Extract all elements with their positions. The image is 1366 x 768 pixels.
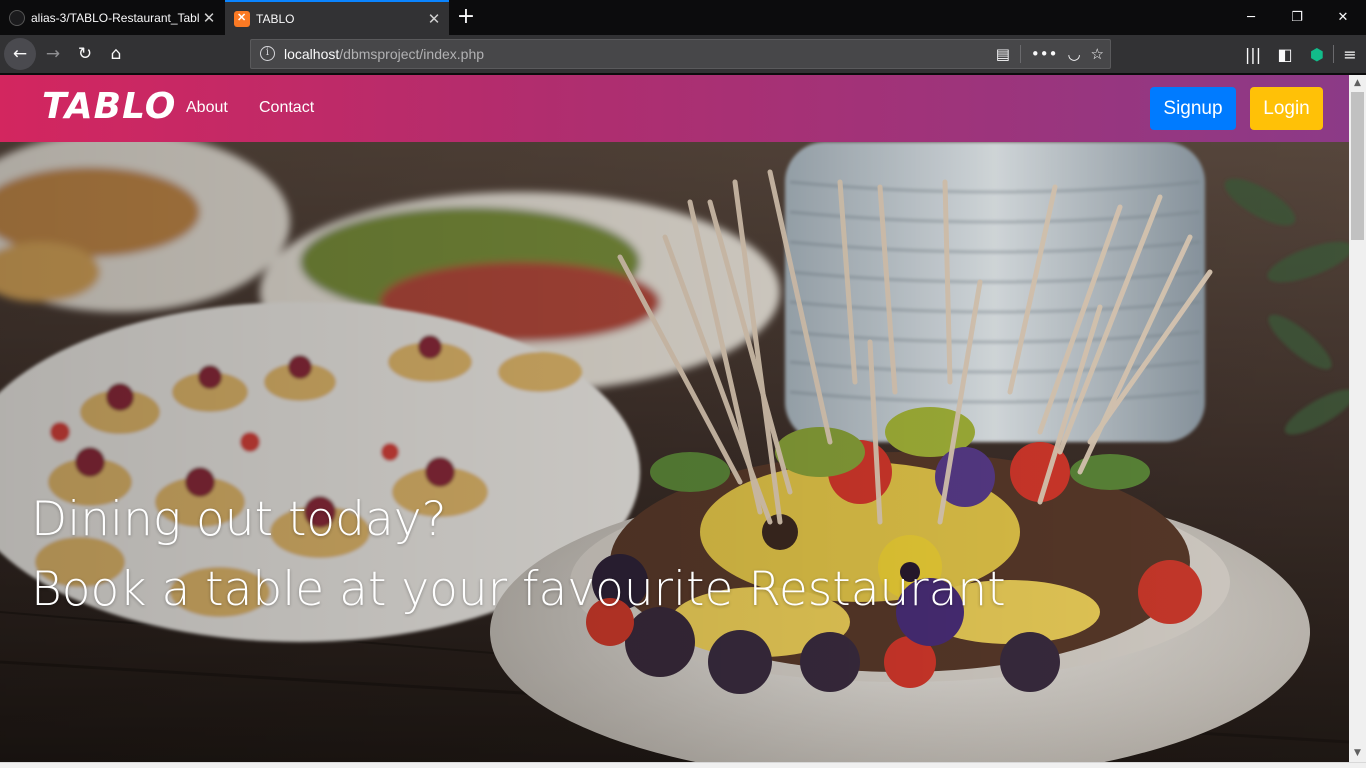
hero-heading: Dining out today? bbox=[31, 492, 447, 547]
horizontal-scrollbar[interactable] bbox=[0, 762, 1366, 768]
back-button[interactable]: ← bbox=[4, 38, 36, 70]
sidebar-icon[interactable]: ◧ bbox=[1269, 45, 1301, 64]
minimize-button[interactable]: ─ bbox=[1228, 0, 1274, 35]
scroll-up-arrow[interactable]: ▲ bbox=[1349, 75, 1366, 92]
nav-contact-link[interactable]: Contact bbox=[259, 99, 314, 117]
info-icon[interactable]: i bbox=[260, 46, 275, 61]
close-icon[interactable]: ✕ bbox=[200, 9, 218, 27]
url-bar[interactable]: i localhost/dbmsproject/index.php ▤ ••• … bbox=[250, 39, 1111, 69]
bookmark-star-icon[interactable]: ☆ bbox=[1091, 45, 1104, 63]
url-separator bbox=[1019, 45, 1021, 63]
browser-tab-github[interactable]: alias-3/TABLO-Restaurant_Tabl ✕ bbox=[0, 0, 224, 35]
hero-subheading: Book a table at your favourite Restauran… bbox=[31, 562, 1006, 617]
scrollbar-thumb[interactable] bbox=[1351, 92, 1364, 240]
new-tab-button[interactable]: + bbox=[452, 3, 480, 31]
pocket-icon[interactable]: ◡ bbox=[1067, 45, 1080, 63]
scroll-down-arrow[interactable]: ▼ bbox=[1349, 745, 1366, 762]
hero-overlay bbox=[0, 142, 1349, 762]
github-icon bbox=[9, 9, 25, 26]
menu-icon[interactable]: ≡ bbox=[1334, 45, 1366, 64]
login-button[interactable]: Login bbox=[1250, 87, 1323, 130]
shield-icon[interactable]: ⬢ bbox=[1301, 45, 1333, 64]
close-window-button[interactable]: ✕ bbox=[1320, 0, 1366, 35]
xampp-icon bbox=[234, 10, 250, 27]
reader-view-icon[interactable]: ▤ bbox=[996, 45, 1010, 63]
vertical-scrollbar[interactable]: ▲ ▼ bbox=[1349, 75, 1366, 762]
close-icon[interactable]: ✕ bbox=[425, 10, 443, 28]
url-text[interactable]: localhost/dbmsproject/index.php bbox=[284, 46, 484, 62]
site-navbar: TABLO About Contact Signup Login bbox=[0, 75, 1349, 142]
reload-button[interactable]: ↻ bbox=[70, 39, 100, 69]
browser-toolbar: ← → ↻ ⌂ i localhost/dbmsproject/index.ph… bbox=[0, 35, 1366, 74]
brand-logo[interactable]: TABLO bbox=[42, 86, 176, 127]
signup-button[interactable]: Signup bbox=[1150, 87, 1236, 130]
restore-button[interactable]: ❐ bbox=[1274, 0, 1320, 35]
page-actions-icon[interactable]: ••• bbox=[1031, 45, 1058, 63]
tab-bar: alias-3/TABLO-Restaurant_Tabl ✕ TABLO ✕ … bbox=[0, 0, 1366, 35]
hero-section: Dining out today? Book a table at your f… bbox=[0, 142, 1349, 762]
forward-button[interactable]: → bbox=[38, 39, 68, 69]
tab-title: alias-3/TABLO-Restaurant_Tabl bbox=[31, 10, 200, 25]
tab-title: TABLO bbox=[256, 11, 295, 26]
nav-about-link[interactable]: About bbox=[186, 99, 228, 117]
home-button[interactable]: ⌂ bbox=[101, 39, 131, 69]
page-viewport: TABLO About Contact Signup Login Dining … bbox=[0, 75, 1349, 762]
library-icon[interactable]: ||| bbox=[1237, 45, 1269, 64]
browser-tab-tablo[interactable]: TABLO ✕ bbox=[225, 0, 449, 35]
